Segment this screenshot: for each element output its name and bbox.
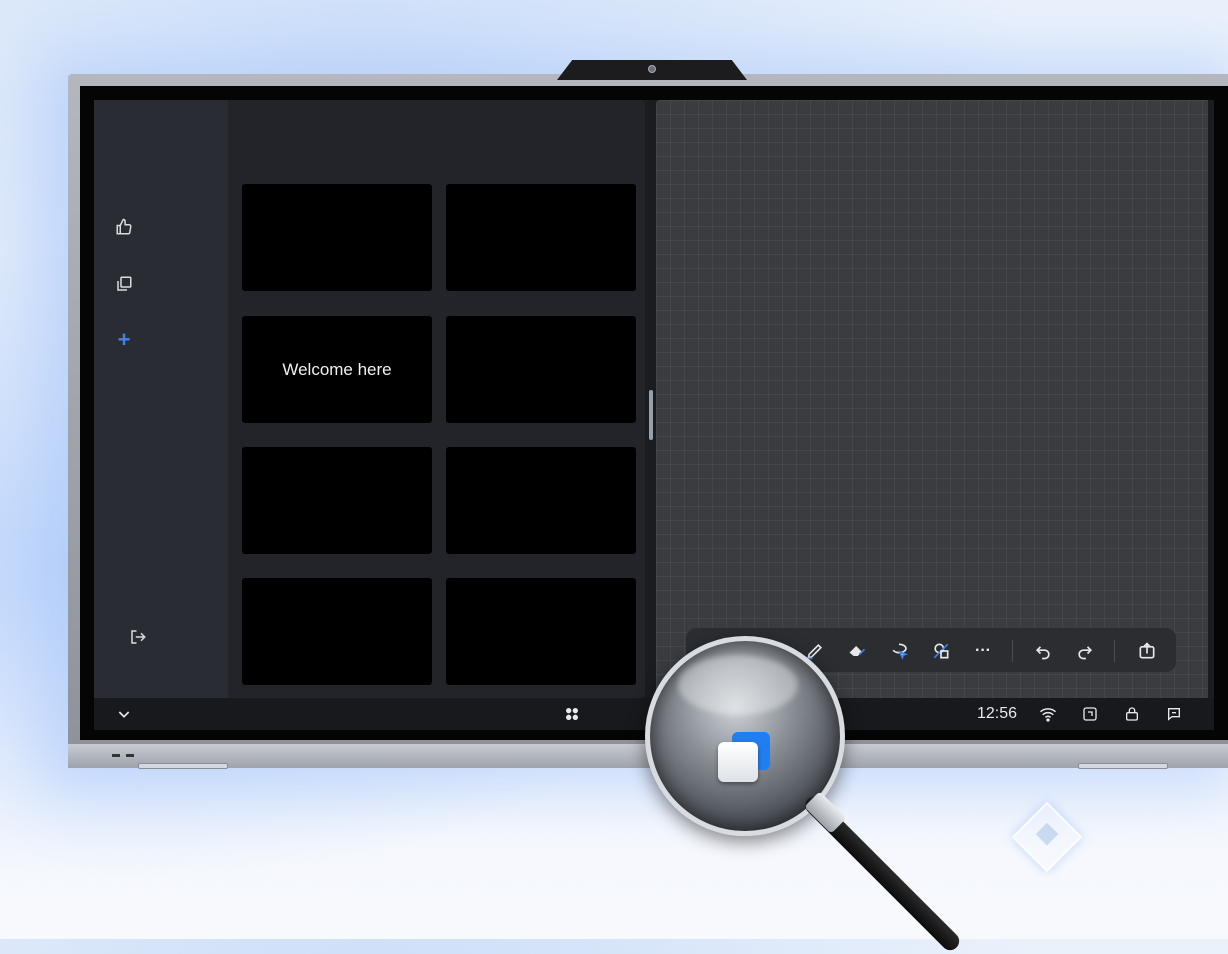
toolbar-divider [1114, 640, 1115, 662]
apps-icon[interactable] [562, 704, 582, 724]
app-icon [718, 742, 758, 782]
whiteboard-canvas[interactable] [656, 100, 1208, 698]
page-thumbnail[interactable] [446, 447, 636, 554]
thumbs-up-icon[interactable] [114, 217, 134, 237]
plus-icon[interactable]: + [114, 327, 134, 352]
undo-icon[interactable] [1032, 640, 1054, 662]
page-thumbnail[interactable] [446, 578, 636, 685]
feedback-icon[interactable] [1164, 704, 1184, 724]
decorative-diamond [1011, 801, 1083, 873]
panel-sidebar: + [94, 100, 228, 698]
camera-lens-icon [648, 65, 656, 73]
clock: 12:56 [976, 705, 1018, 722]
page-thumbnail[interactable]: Welcome here [242, 316, 432, 423]
page-thumbnail[interactable] [242, 578, 432, 685]
page-thumbnail[interactable] [242, 184, 432, 291]
toolbar-divider [1012, 640, 1013, 662]
eraser-icon[interactable] [846, 640, 868, 662]
screen: + Welcome here ··· 12:56 [94, 100, 1214, 730]
shape-recognize-icon[interactable] [930, 640, 952, 662]
wifi-icon[interactable] [1038, 704, 1058, 724]
exit-icon[interactable] [128, 627, 148, 647]
port-icon [112, 754, 120, 757]
page-thumbnail[interactable] [446, 316, 636, 423]
page-thumbnail[interactable] [242, 447, 432, 554]
screen-share-icon[interactable] [1080, 704, 1100, 724]
more-icon[interactable]: ··· [972, 640, 994, 662]
lens-shine [678, 655, 798, 715]
export-icon[interactable] [1136, 640, 1158, 662]
copy-pages-icon[interactable] [114, 274, 134, 294]
chevron-down-icon[interactable] [114, 704, 134, 724]
page-thumbnail[interactable] [446, 184, 636, 291]
pen-tray-left [138, 763, 228, 769]
page-manager-panel: + Welcome here [94, 100, 645, 698]
pen-tray-right [1078, 763, 1168, 769]
lock-icon[interactable] [1122, 704, 1142, 724]
split-resize-handle[interactable] [649, 390, 653, 440]
lasso-select-icon[interactable] [888, 640, 910, 662]
port-icon [126, 754, 134, 757]
slide-title-text: Welcome here [282, 359, 392, 379]
redo-icon[interactable] [1074, 640, 1096, 662]
